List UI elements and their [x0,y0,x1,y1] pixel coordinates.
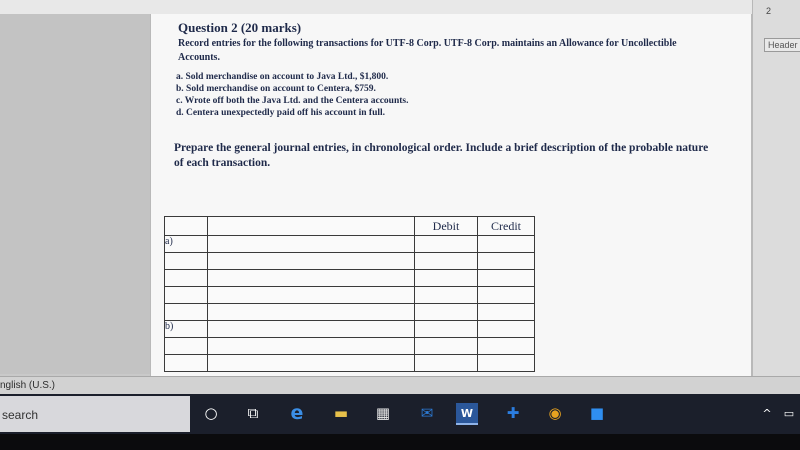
journal-table[interactable]: Debit Credit a) b) [164,216,535,372]
chrome-icon[interactable]: ◉ [544,403,566,423]
credit-header[interactable]: Credit [477,216,535,236]
table-cell[interactable] [414,286,478,304]
status-bar [0,376,800,395]
table-cell[interactable] [477,320,535,338]
table-cell[interactable] [477,252,535,270]
search-label: search [2,408,39,422]
transaction-item: d. Centera unexpectedly paid off his acc… [176,108,386,118]
table-cell[interactable] [207,269,415,287]
word-icon[interactable]: W [456,403,478,425]
task-view-icon[interactable]: ⧉ [242,403,264,423]
table-row [164,354,535,372]
monitor-bezel [0,434,800,450]
row-label-a[interactable]: a) [164,235,208,253]
row-label-b[interactable]: b) [164,320,208,338]
table-cell[interactable] [477,269,535,287]
video-icon[interactable]: ■ [586,403,608,423]
table-row [164,303,535,321]
header-cell[interactable] [164,216,208,236]
table-cell[interactable] [477,337,535,355]
table-cell[interactable] [414,337,478,355]
table-cell[interactable] [207,320,415,338]
transaction-item: b. Sold merchandise on account to Center… [176,84,376,94]
transaction-item: a. Sold merchandise on account to Java L… [176,72,389,82]
table-cell[interactable] [414,303,478,321]
table-cell[interactable] [164,286,208,304]
table-row: a) [164,235,535,253]
table-row [164,337,535,355]
table-cell[interactable] [207,337,415,355]
table-cell[interactable] [207,235,415,253]
table-cell[interactable] [414,252,478,270]
table-row [164,269,535,287]
table-cell[interactable] [414,320,478,338]
table-cell[interactable] [164,303,208,321]
table-row [164,286,535,304]
mail-icon[interactable]: ✉ [416,403,438,423]
table-cell[interactable] [414,269,478,287]
top-ruler [0,0,800,15]
table-cell[interactable] [164,269,208,287]
instruction-text: Prepare the general journal entries, in … [174,142,709,169]
table-cell[interactable] [477,235,535,253]
table-cell[interactable] [207,354,415,372]
store-icon[interactable]: ▦ [372,403,394,423]
table-cell[interactable] [207,303,415,321]
table-cell[interactable] [414,354,478,372]
right-pane [752,0,800,376]
table-cell[interactable] [477,303,535,321]
table-cell[interactable] [207,286,415,304]
table-cell[interactable] [477,354,535,372]
cortana-icon[interactable]: ○ [200,403,222,423]
network-icon[interactable]: ▭ [778,403,800,423]
page-number: 2 [766,6,772,16]
table-header-row: Debit Credit [164,216,535,236]
file-explorer-icon[interactable]: ▬ [330,403,352,423]
shield-icon[interactable]: ✚ [502,403,524,423]
language-indicator[interactable]: nglish (U.S.) [0,380,55,391]
header-label[interactable]: Header [764,38,800,52]
table-cell[interactable] [164,354,208,372]
tray-chevron-icon[interactable]: ^ [756,403,778,423]
table-cell[interactable] [414,235,478,253]
transaction-item: c. Wrote off both the Java Ltd. and the … [176,96,409,106]
table-row [164,252,535,270]
table-cell[interactable] [207,252,415,270]
table-cell[interactable] [164,252,208,270]
transaction-list: a. Sold merchandise on account to Java L… [176,71,408,119]
table-cell[interactable] [164,337,208,355]
table-row: b) [164,320,535,338]
table-cell[interactable] [477,286,535,304]
header-cell[interactable] [207,216,415,236]
left-margin [0,14,150,374]
question-intro: Record entries for the following transac… [178,38,677,63]
edge-icon[interactable]: e [286,402,308,424]
question-title: Question 2 (20 marks) [178,20,302,35]
debit-header[interactable]: Debit [414,216,478,236]
